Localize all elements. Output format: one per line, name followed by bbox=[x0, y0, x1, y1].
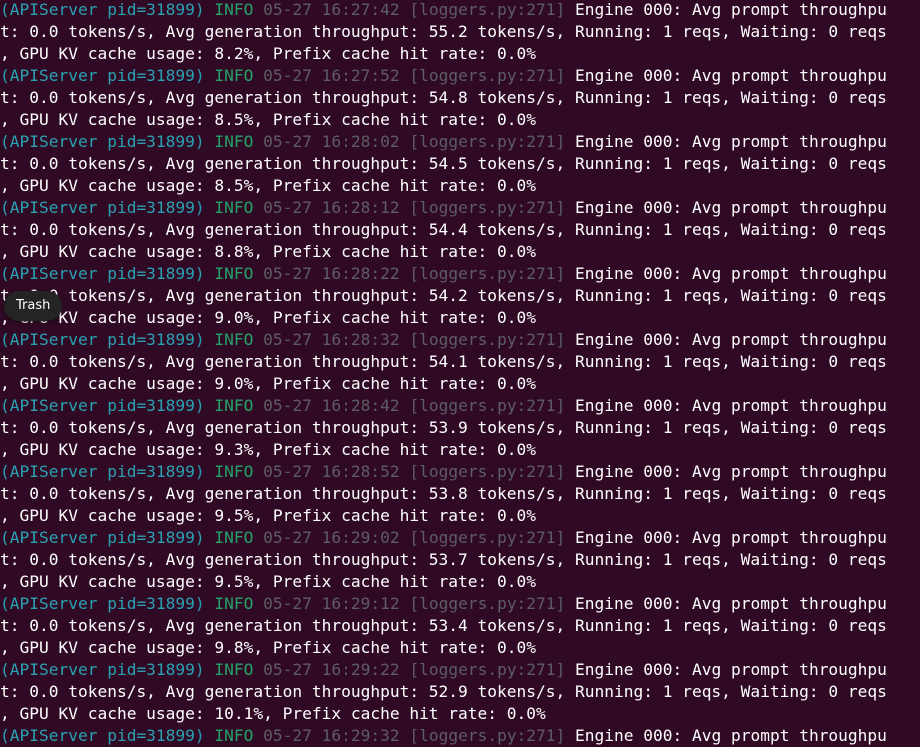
log-level: INFO bbox=[214, 396, 254, 415]
log-source: (APIServer pid=31899) bbox=[0, 330, 205, 349]
log-output: (APIServer pid=31899) INFO 05-27 16:27:4… bbox=[0, 0, 920, 747]
log-timestamp: 05-27 16:28:32 bbox=[263, 330, 400, 349]
log-line: , GPU KV cache usage: 9.3%, Prefix cache… bbox=[0, 440, 537, 459]
log-message: Engine 000: Avg prompt throughpu bbox=[575, 660, 887, 679]
log-line: (APIServer pid=31899) INFO 05-27 16:28:0… bbox=[0, 131, 920, 153]
log-location: [loggers.py:271] bbox=[409, 462, 566, 481]
log-line: (APIServer pid=31899) INFO 05-27 16:29:3… bbox=[0, 725, 920, 747]
log-timestamp: 05-27 16:29:32 bbox=[263, 726, 400, 745]
log-location: [loggers.py:271] bbox=[409, 0, 566, 19]
log-location: [loggers.py:271] bbox=[409, 264, 566, 283]
log-location: [loggers.py:271] bbox=[409, 528, 566, 547]
log-level: INFO bbox=[214, 660, 254, 679]
log-line: , GPU KV cache usage: 8.5%, Prefix cache… bbox=[0, 110, 537, 129]
log-level: INFO bbox=[214, 198, 254, 217]
log-source: (APIServer pid=31899) bbox=[0, 0, 205, 19]
log-line: , GPU KV cache usage: 9.5%, Prefix cache… bbox=[0, 572, 537, 591]
log-source: (APIServer pid=31899) bbox=[0, 660, 205, 679]
log-line: t: 0.0 tokens/s, Avg generation throughp… bbox=[0, 286, 887, 305]
log-source: (APIServer pid=31899) bbox=[0, 528, 205, 547]
log-level: INFO bbox=[214, 0, 254, 19]
log-line: (APIServer pid=31899) INFO 05-27 16:28:4… bbox=[0, 395, 920, 417]
log-timestamp: 05-27 16:28:42 bbox=[263, 396, 400, 415]
log-line: (APIServer pid=31899) INFO 05-27 16:27:5… bbox=[0, 65, 920, 87]
log-timestamp: 05-27 16:28:12 bbox=[263, 198, 400, 217]
log-line: , GPU KV cache usage: 8.2%, Prefix cache… bbox=[0, 44, 537, 63]
log-timestamp: 05-27 16:27:52 bbox=[263, 66, 400, 85]
log-line: , GPU KV cache usage: 10.1%, Prefix cach… bbox=[0, 704, 546, 723]
log-line: t: 0.0 tokens/s, Avg generation throughp… bbox=[0, 352, 887, 371]
log-line: , GPU KV cache usage: 9.0%, Prefix cache… bbox=[0, 308, 537, 327]
log-line: , GPU KV cache usage: 9.5%, Prefix cache… bbox=[0, 506, 537, 525]
log-location: [loggers.py:271] bbox=[409, 66, 566, 85]
log-message: Engine 000: Avg prompt throughpu bbox=[575, 0, 887, 19]
log-message: Engine 000: Avg prompt throughpu bbox=[575, 66, 887, 85]
log-line: (APIServer pid=31899) INFO 05-27 16:29:1… bbox=[0, 593, 920, 615]
log-level: INFO bbox=[214, 726, 254, 745]
log-timestamp: 05-27 16:29:22 bbox=[263, 660, 400, 679]
log-location: [loggers.py:271] bbox=[409, 132, 566, 151]
log-line: t: 0.0 tokens/s, Avg generation throughp… bbox=[0, 616, 887, 635]
log-location: [loggers.py:271] bbox=[409, 330, 566, 349]
log-message: Engine 000: Avg prompt throughpu bbox=[575, 330, 887, 349]
log-level: INFO bbox=[214, 528, 254, 547]
log-location: [loggers.py:271] bbox=[409, 660, 566, 679]
log-source: (APIServer pid=31899) bbox=[0, 594, 205, 613]
log-message: Engine 000: Avg prompt throughpu bbox=[575, 198, 887, 217]
log-timestamp: 05-27 16:28:52 bbox=[263, 462, 400, 481]
log-line: (APIServer pid=31899) INFO 05-27 16:28:3… bbox=[0, 329, 920, 351]
log-line: (APIServer pid=31899) INFO 05-27 16:28:1… bbox=[0, 197, 920, 219]
log-message: Engine 000: Avg prompt throughpu bbox=[575, 396, 887, 415]
log-source: (APIServer pid=31899) bbox=[0, 462, 205, 481]
log-line: , GPU KV cache usage: 8.8%, Prefix cache… bbox=[0, 242, 537, 261]
log-timestamp: 05-27 16:27:42 bbox=[263, 0, 400, 19]
log-message: Engine 000: Avg prompt throughpu bbox=[575, 726, 887, 745]
log-message: Engine 000: Avg prompt throughpu bbox=[575, 528, 887, 547]
log-source: (APIServer pid=31899) bbox=[0, 396, 205, 415]
log-timestamp: 05-27 16:28:22 bbox=[263, 264, 400, 283]
log-line: t: 0.0 tokens/s, Avg generation throughp… bbox=[0, 550, 887, 569]
log-source: (APIServer pid=31899) bbox=[0, 132, 205, 151]
log-source: (APIServer pid=31899) bbox=[0, 66, 205, 85]
terminal-window[interactable]: (APIServer pid=31899) INFO 05-27 16:27:4… bbox=[0, 0, 920, 747]
log-line: , GPU KV cache usage: 9.8%, Prefix cache… bbox=[0, 638, 537, 657]
log-line: (APIServer pid=31899) INFO 05-27 16:28:5… bbox=[0, 461, 920, 483]
log-message: Engine 000: Avg prompt throughpu bbox=[575, 132, 887, 151]
log-location: [loggers.py:271] bbox=[409, 726, 566, 745]
trash-tooltip: Trash bbox=[4, 291, 63, 321]
log-source: (APIServer pid=31899) bbox=[0, 198, 205, 217]
log-line: t: 0.0 tokens/s, Avg generation throughp… bbox=[0, 88, 887, 107]
log-message: Engine 000: Avg prompt throughpu bbox=[575, 264, 887, 283]
log-line: t: 0.0 tokens/s, Avg generation throughp… bbox=[0, 220, 887, 239]
log-line: t: 0.0 tokens/s, Avg generation throughp… bbox=[0, 682, 887, 701]
log-line: , GPU KV cache usage: 9.0%, Prefix cache… bbox=[0, 374, 537, 393]
log-level: INFO bbox=[214, 462, 254, 481]
log-line: (APIServer pid=31899) INFO 05-27 16:27:4… bbox=[0, 0, 920, 21]
log-timestamp: 05-27 16:28:02 bbox=[263, 132, 400, 151]
log-line: t: 0.0 tokens/s, Avg generation throughp… bbox=[0, 484, 887, 503]
log-level: INFO bbox=[214, 264, 254, 283]
log-timestamp: 05-27 16:29:02 bbox=[263, 528, 400, 547]
log-level: INFO bbox=[214, 66, 254, 85]
log-line: (APIServer pid=31899) INFO 05-27 16:29:0… bbox=[0, 527, 920, 549]
log-message: Engine 000: Avg prompt throughpu bbox=[575, 594, 887, 613]
log-location: [loggers.py:271] bbox=[409, 594, 566, 613]
log-source: (APIServer pid=31899) bbox=[0, 726, 205, 745]
log-message: Engine 000: Avg prompt throughpu bbox=[575, 462, 887, 481]
log-level: INFO bbox=[214, 594, 254, 613]
log-level: INFO bbox=[214, 330, 254, 349]
log-line: (APIServer pid=31899) INFO 05-27 16:28:2… bbox=[0, 263, 920, 285]
log-timestamp: 05-27 16:29:12 bbox=[263, 594, 400, 613]
log-source: (APIServer pid=31899) bbox=[0, 264, 205, 283]
log-location: [loggers.py:271] bbox=[409, 198, 566, 217]
log-line: (APIServer pid=31899) INFO 05-27 16:29:2… bbox=[0, 659, 920, 681]
log-location: [loggers.py:271] bbox=[409, 396, 566, 415]
log-line: t: 0.0 tokens/s, Avg generation throughp… bbox=[0, 22, 887, 41]
log-line: , GPU KV cache usage: 8.5%, Prefix cache… bbox=[0, 176, 537, 195]
log-line: t: 0.0 tokens/s, Avg generation throughp… bbox=[0, 418, 887, 437]
log-level: INFO bbox=[214, 132, 254, 151]
log-line: t: 0.0 tokens/s, Avg generation throughp… bbox=[0, 154, 887, 173]
